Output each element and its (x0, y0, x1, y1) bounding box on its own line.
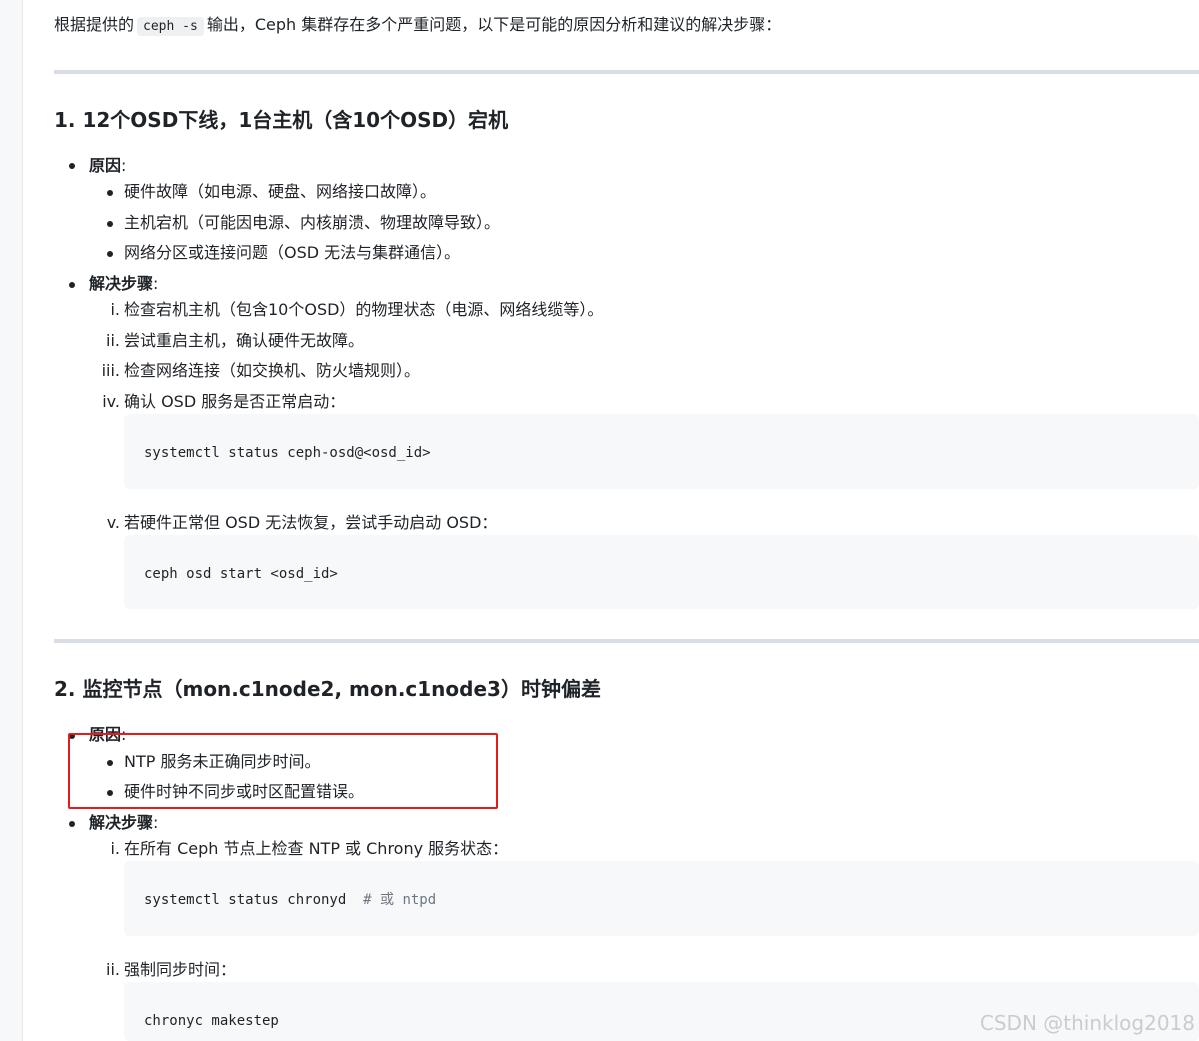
step-number: iii. (101, 361, 120, 380)
left-gutter (0, 0, 23, 1041)
section1-step: 尝试重启主机，确认硬件无故障。 (124, 331, 365, 350)
intro-paragraph: 根据提供的 ceph -s 输出，Ceph 集群存在多个严重问题，以下是可能的原因分… (54, 13, 781, 39)
horizontal-rule (54, 639, 1199, 643)
section2-step: 在所有 Ceph 节点上检查 NTP 或 Chrony 服务状态： (124, 839, 509, 858)
section1-cause-item: 主机宕机（可能因电源、内核崩溃、物理故障导致）。 (124, 213, 501, 232)
section2-heading: 2. 监控节点（mon.c1node2, mon.c1node3）时钟偏差 (54, 677, 601, 701)
section2-steps-label: 解决步骤: (89, 813, 159, 832)
intro-before: 根据提供的 (54, 15, 135, 34)
section1-cause-item: 硬件故障（如电源、硬盘、网络接口故障）。 (124, 182, 437, 201)
inline-code-ceph-s: ceph -s (137, 17, 204, 36)
step-number: v. (106, 513, 120, 532)
watermark: CSDN @thinklog2018 (979, 1011, 1195, 1035)
code-line: ceph osd start <osd_id> (144, 566, 338, 582)
code-comment: # 或 ntpd (363, 892, 437, 908)
step-number: ii. (106, 960, 120, 979)
horizontal-rule (54, 70, 1199, 74)
code-block[interactable]: systemctl status ceph-osd@<osd_id> (124, 414, 1199, 489)
bullet-icon (69, 282, 75, 288)
step-number: ii. (106, 331, 120, 350)
bullet-icon (69, 821, 75, 827)
code-line: systemctl status chronyd # 或 ntpd (144, 892, 437, 908)
bullet-icon (107, 221, 113, 227)
bullet-icon (69, 163, 75, 169)
bullet-icon (107, 251, 113, 257)
section1-step: 检查网络连接（如交换机、防火墙规则）。 (124, 361, 421, 380)
step-number: i. (110, 839, 120, 858)
section2-step: 强制同步时间： (124, 960, 237, 979)
highlight-box (68, 733, 498, 809)
code-line: chronyc makestep (144, 1013, 279, 1029)
step-number: iv. (102, 392, 120, 411)
bullet-icon (107, 190, 113, 196)
section1-heading: 1. 12个OSD下线，1台主机（含10个OSD）宕机 (54, 108, 509, 132)
step-number: i. (110, 300, 120, 319)
section1-step: 确认 OSD 服务是否正常启动： (124, 392, 346, 411)
section1-cause-label: 原因: (89, 156, 127, 175)
code-line: systemctl status ceph-osd@<osd_id> (144, 445, 431, 461)
intro-after: 输出，Ceph 集群存在多个严重问题，以下是可能的原因分析和建议的解决步骤： (206, 15, 782, 34)
section1-step: 检查宕机主机（包含10个OSD）的物理状态（电源、网络线缆等）。 (124, 300, 604, 319)
code-block[interactable]: ceph osd start <osd_id> (124, 535, 1199, 609)
section1-steps-label: 解决步骤: (89, 274, 159, 293)
section1-cause-item: 网络分区或连接问题（OSD 无法与集群通信）。 (124, 243, 461, 262)
code-block[interactable]: systemctl status chronyd # 或 ntpd (124, 861, 1199, 936)
section1-step: 若硬件正常但 OSD 无法恢复，尝试手动启动 OSD： (124, 513, 498, 532)
